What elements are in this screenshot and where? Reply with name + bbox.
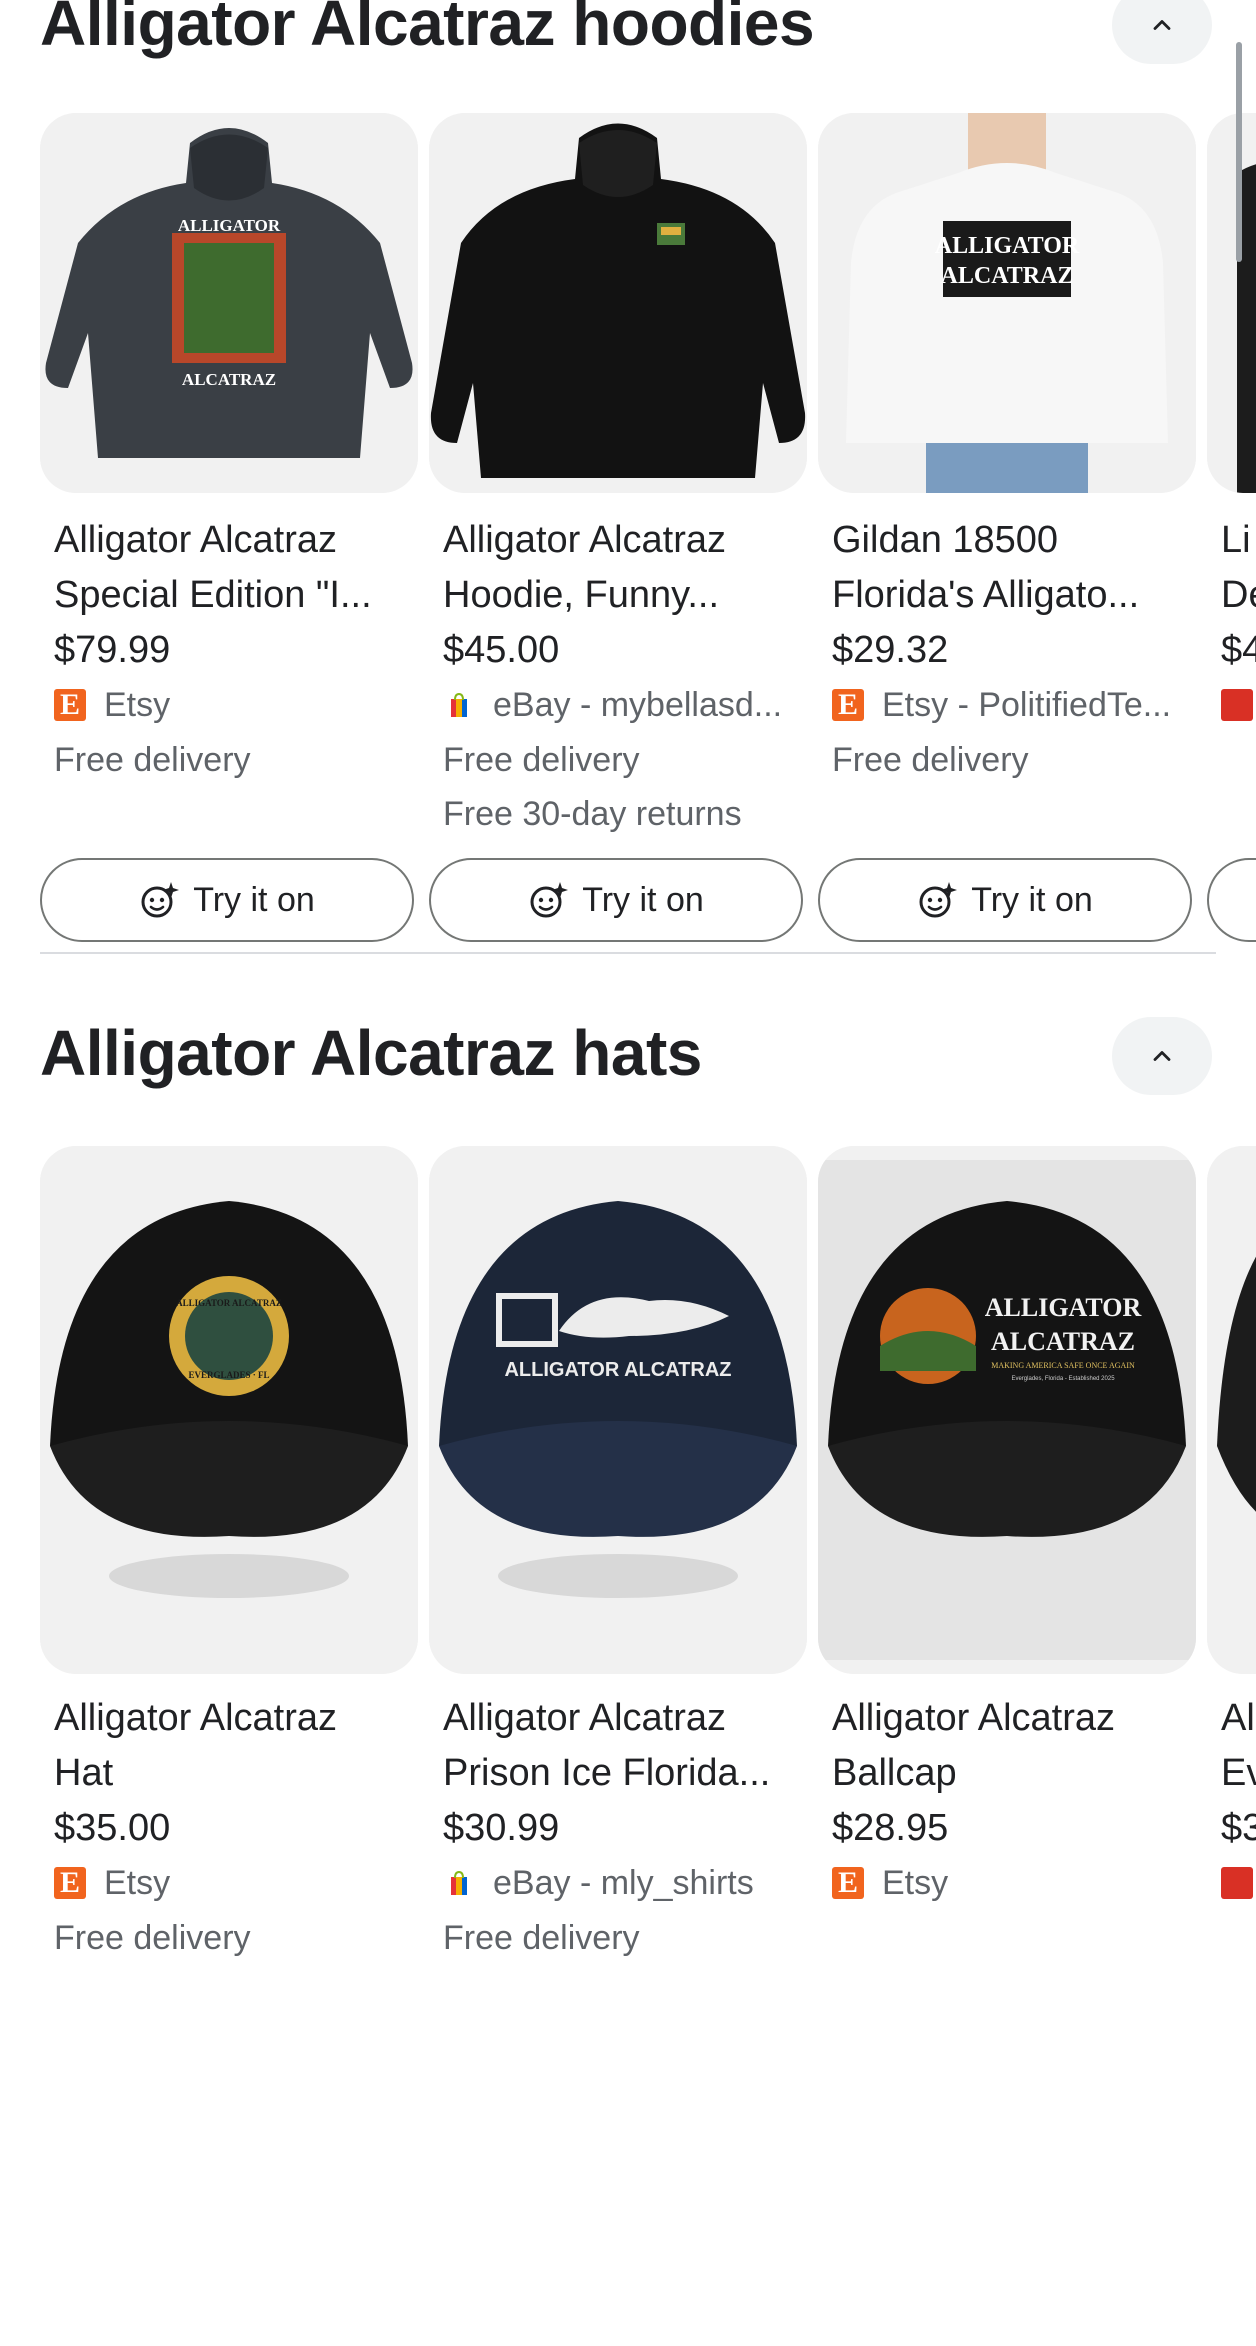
product-price: $3 <box>1221 1807 1256 1849</box>
seller: E Etsy <box>54 1855 414 1911</box>
product-image[interactable]: ALLIGATOR ALCATRAZ <box>40 113 418 493</box>
etsy-logo-icon: E <box>832 1866 864 1899</box>
try-it-on-label: Try it on <box>971 880 1093 919</box>
seller <box>1221 1855 1256 1911</box>
chevron-up-icon <box>1153 20 1171 30</box>
try-it-on-button[interactable]: Try it on <box>429 858 803 942</box>
image-text: ALLIGATOR <box>935 233 1080 259</box>
delivery-info: Free delivery <box>54 1919 251 1957</box>
seller: eBay - mybellasd... <box>443 677 803 733</box>
hoodie-image <box>1207 113 1256 493</box>
try-it-on-button[interactable]: Try it on <box>40 858 414 942</box>
product-price: $79.99 <box>54 629 171 671</box>
product-title[interactable]: Li <box>1221 513 1256 568</box>
product-title[interactable]: Ballcap <box>832 1746 1192 1801</box>
product-title[interactable]: Alligator Alcatraz <box>54 513 414 568</box>
seller-name: Etsy <box>104 1863 171 1902</box>
hats-carousel[interactable]: ALLIGATOR ALCATRAZ EVERGLADES · FL Allig… <box>40 1146 1256 2346</box>
chevron-up-icon <box>1153 1051 1171 1061</box>
hoodies-carousel[interactable]: ALLIGATOR ALCATRAZ Alligator Alcatraz Sp… <box>40 113 1256 1313</box>
product-title[interactable]: Florida's Alligato... <box>832 568 1192 623</box>
product-title[interactable]: Hoodie, Funny... <box>443 568 803 623</box>
etsy-logo-icon: E <box>832 688 864 721</box>
product-title[interactable]: Ev <box>1221 1746 1256 1801</box>
seller: E Etsy <box>832 1855 1192 1911</box>
seller: E Etsy - PolitifiedTe... <box>832 677 1192 733</box>
image-text: ALLIGATOR <box>178 216 281 235</box>
product-price: $35.00 <box>54 1807 171 1849</box>
store-logo-icon <box>1221 1867 1253 1899</box>
product-price: $29.32 <box>832 629 949 671</box>
product-price: $28.95 <box>832 1807 949 1849</box>
image-text: ALLIGATOR ALCATRAZ <box>504 1359 731 1381</box>
store-logo-icon <box>1221 689 1253 721</box>
hat-image: ALLIGATOR ALCATRAZ EVERGLADES · FL <box>40 1146 418 1674</box>
product-image[interactable]: ALLIGATOR ALCATRAZ <box>429 1146 807 1674</box>
image-text: Everglades, Florida - Established 2025 <box>1011 1376 1115 1382</box>
returns-info: Free 30-day returns <box>443 795 742 833</box>
product-title[interactable]: Prison Ice Florida... <box>443 1746 803 1801</box>
product-image[interactable] <box>429 113 807 493</box>
product-title[interactable]: Hat <box>54 1746 414 1801</box>
product-image[interactable]: ALLIGATOR ALCATRAZ MAKING AMERICA SAFE O… <box>818 1146 1196 1674</box>
image-text: ALCATRAZ <box>941 263 1074 289</box>
product-price: $30.99 <box>443 1807 560 1849</box>
hat-image: ALLIGATOR ALCATRAZ MAKING AMERICA SAFE O… <box>818 1146 1196 1674</box>
product-image[interactable]: ALLIGATOR ALCATRAZ EVERGLADES · FL <box>40 1146 418 1674</box>
delivery-info: Free delivery <box>443 1919 640 1957</box>
collapse-hats-button[interactable] <box>1112 1017 1212 1095</box>
product-title[interactable]: Al <box>1221 1691 1256 1746</box>
hat-image: ALLIGATOR ALCATRAZ <box>429 1146 807 1674</box>
seller-name: Etsy <box>882 1863 949 1902</box>
image-text: MAKING AMERICA SAFE ONCE AGAIN <box>991 1361 1135 1370</box>
product-title[interactable]: Alligator Alcatraz <box>443 1691 803 1746</box>
try-it-on-label: Try it on <box>193 880 315 919</box>
image-text: ALLIGATOR <box>985 1293 1142 1322</box>
section-title: Alligator Alcatraz hoodies <box>40 0 815 59</box>
face-sparkle-icon <box>141 882 180 918</box>
face-sparkle-icon <box>919 882 958 918</box>
image-text: ALLIGATOR ALCATRAZ <box>176 1298 282 1308</box>
product-image[interactable] <box>1207 1146 1256 1674</box>
delivery-info: Free delivery <box>443 741 640 779</box>
product-price: $45.00 <box>443 629 560 671</box>
scrollbar[interactable] <box>1236 42 1242 262</box>
image-text: EVERGLADES · FL <box>188 1370 269 1380</box>
seller-name: Etsy <box>104 685 171 724</box>
section-divider <box>40 952 1216 954</box>
hoodie-image <box>429 113 807 493</box>
product-image[interactable] <box>1207 113 1256 493</box>
product-price: $4 <box>1221 629 1256 671</box>
hoodie-image: ALLIGATOR ALCATRAZ <box>40 113 418 493</box>
image-text: ALCATRAZ <box>182 370 276 389</box>
image-text: ALCATRAZ <box>991 1327 1135 1356</box>
ebay-logo-icon <box>443 689 475 721</box>
product-title[interactable]: Alligator Alcatraz <box>832 1691 1192 1746</box>
ebay-logo-icon <box>443 1867 475 1899</box>
etsy-logo-icon: E <box>54 688 86 721</box>
seller-name: Etsy - PolitifiedTe... <box>882 685 1172 724</box>
section-title: Alligator Alcatraz hats <box>40 1017 702 1089</box>
seller: eBay - mly_shirts <box>443 1855 803 1911</box>
product-title[interactable]: Alligator Alcatraz <box>54 1691 414 1746</box>
delivery-info: Free delivery <box>54 741 251 779</box>
seller: E Etsy <box>54 677 414 733</box>
product-title[interactable]: Gildan 18500 <box>832 513 1192 568</box>
hoodie-image: ALLIGATOR ALCATRAZ <box>818 113 1196 493</box>
product-title[interactable]: De <box>1221 568 1256 623</box>
hat-image <box>1207 1146 1256 1674</box>
collapse-hoodies-button[interactable] <box>1112 0 1212 64</box>
product-title[interactable]: Alligator Alcatraz <box>443 513 803 568</box>
seller <box>1221 677 1256 733</box>
seller-name: eBay - mybellasd... <box>493 685 783 724</box>
product-title[interactable]: Special Edition "I... <box>54 568 414 623</box>
face-sparkle-icon <box>530 882 569 918</box>
try-it-on-button[interactable] <box>1207 858 1256 942</box>
seller-name: eBay - mly_shirts <box>493 1863 754 1902</box>
delivery-info: Free delivery <box>832 741 1029 779</box>
try-it-on-label: Try it on <box>582 880 704 919</box>
product-image[interactable]: ALLIGATOR ALCATRAZ <box>818 113 1196 493</box>
etsy-logo-icon: E <box>54 1866 86 1899</box>
try-it-on-button[interactable]: Try it on <box>818 858 1192 942</box>
